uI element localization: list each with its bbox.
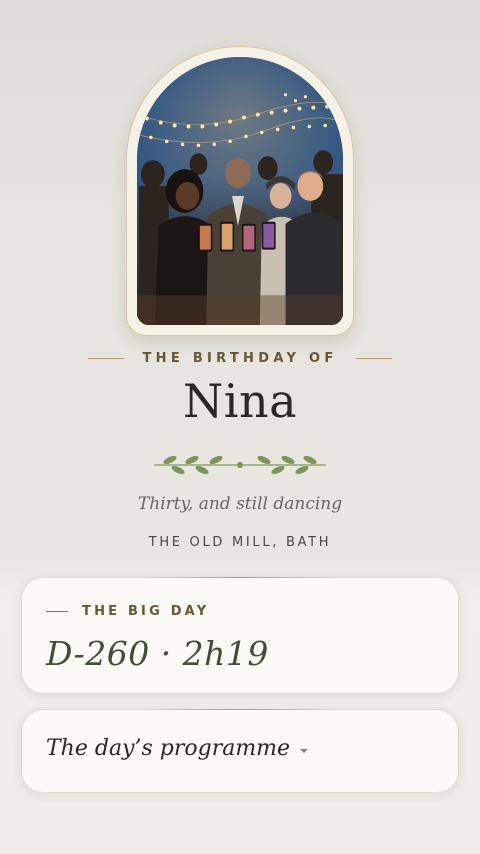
- chevron-down-icon[interactable]: [298, 747, 310, 755]
- eyebrow-row: THE BIRTHDAY OF: [0, 348, 480, 368]
- countdown-value: D-260 · 2h19: [46, 634, 269, 673]
- invitation-screen: THE BIRTHDAY OF Nina Thirty, and still d…: [0, 0, 480, 854]
- celebrant-name: Nina: [182, 374, 297, 428]
- label-rule: [46, 611, 68, 612]
- divider-line: [88, 357, 125, 359]
- eyebrow-label: THE BIRTHDAY OF: [142, 350, 338, 366]
- party-photo: [137, 57, 343, 325]
- tagline: Thirty, and still dancing: [137, 494, 343, 514]
- venue: THE OLD MILL, BATH: [148, 535, 332, 550]
- countdown-label-row: THE BIG DAY: [46, 604, 209, 619]
- card-accent-line: [142, 709, 338, 710]
- photo-frame: [126, 46, 354, 336]
- countdown-card: THE BIG DAY D-260 · 2h19: [21, 577, 459, 694]
- laurel-divider-icon: [154, 455, 326, 475]
- programme-card[interactable]: The day’s programme: [21, 709, 459, 793]
- programme-toggle[interactable]: The day’s programme: [46, 736, 310, 761]
- card-accent-line: [142, 577, 338, 578]
- programme-title: The day’s programme: [46, 736, 291, 761]
- divider-line: [355, 357, 392, 359]
- countdown-label: THE BIG DAY: [82, 604, 210, 619]
